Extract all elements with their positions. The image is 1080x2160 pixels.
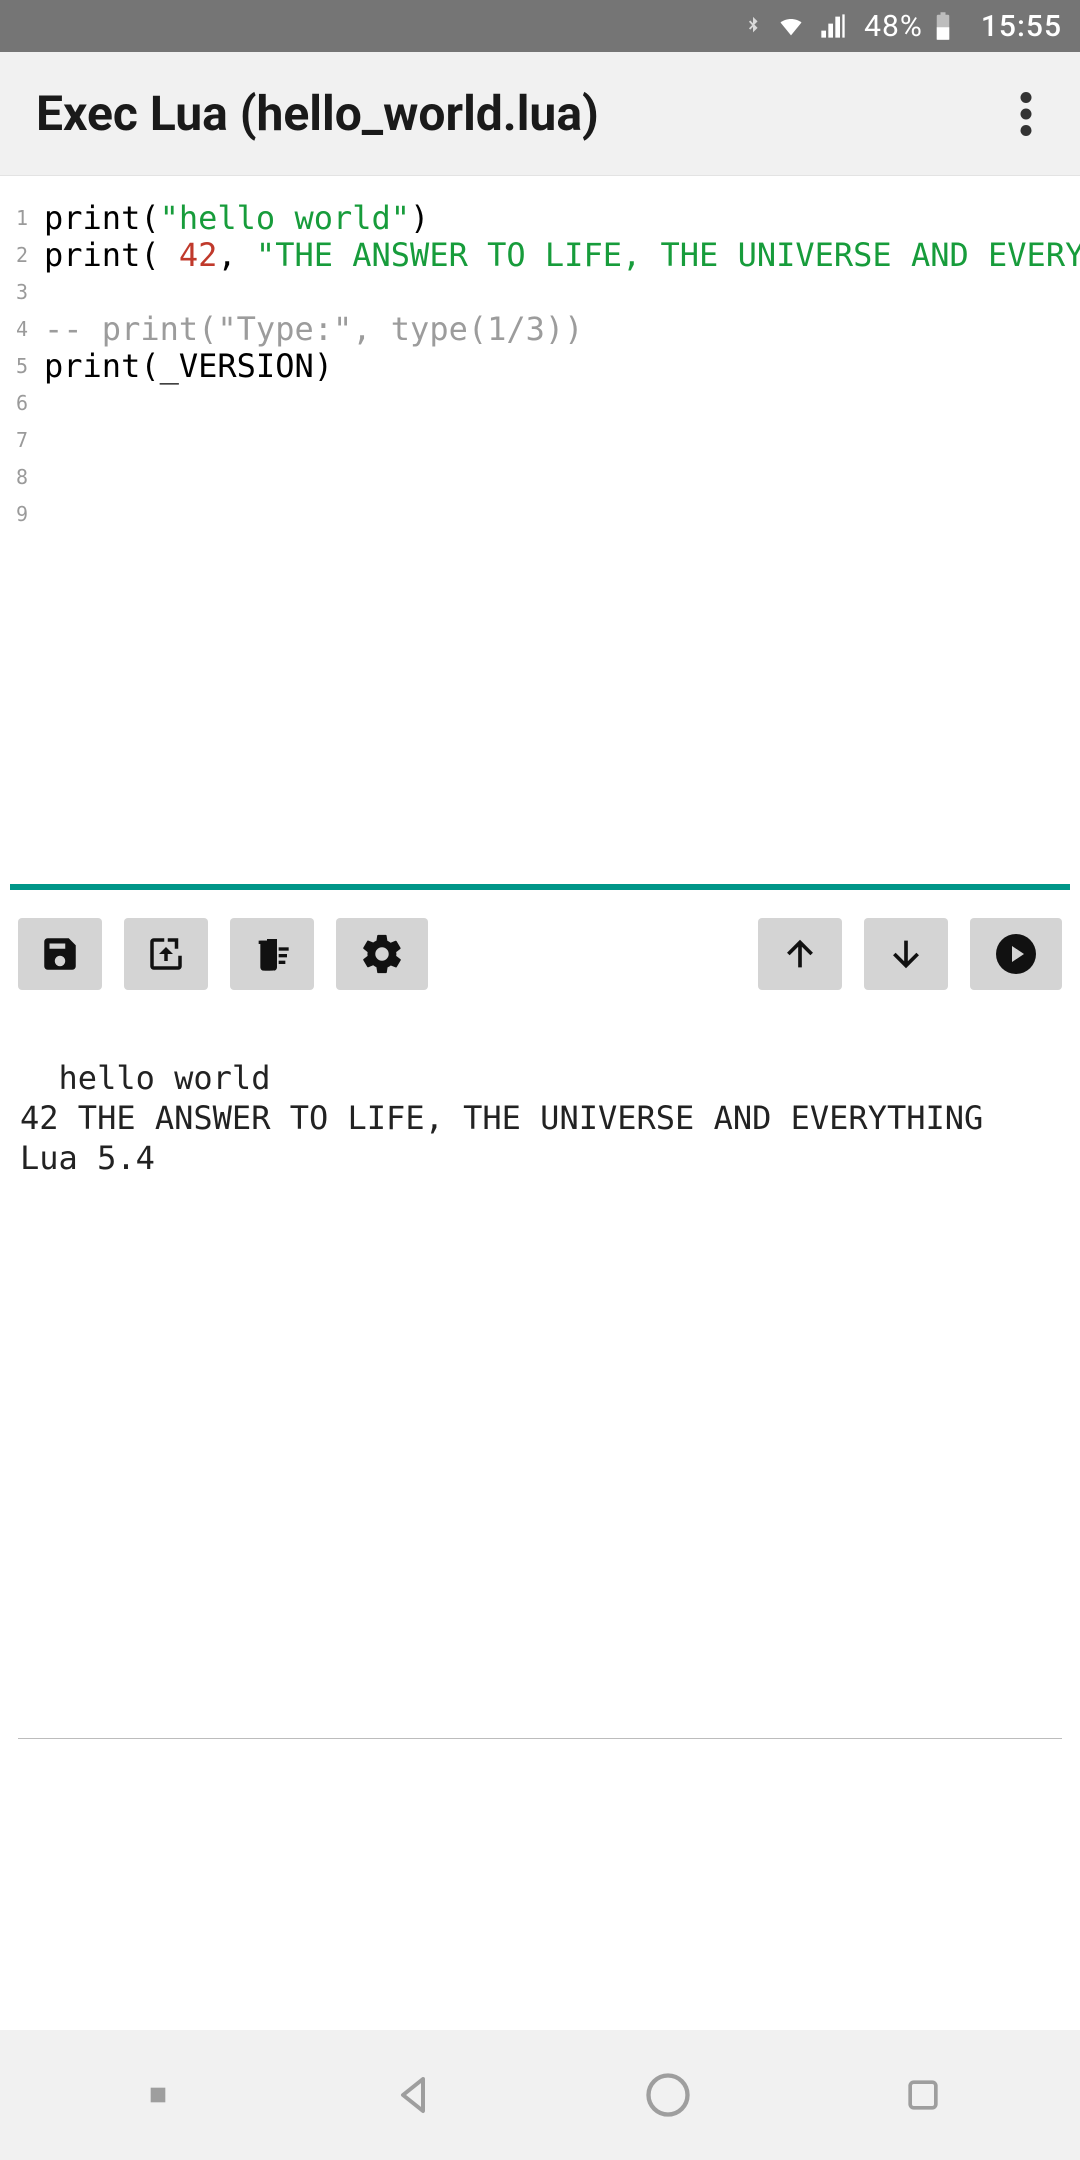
page-title: Exec Lua (hello_world.lua): [36, 85, 599, 142]
token-punc: (: [140, 347, 159, 385]
line-number: 1: [0, 200, 44, 237]
overview-square-icon: [901, 2073, 945, 2117]
line-number: 2: [0, 237, 44, 274]
token-num: 42: [179, 236, 218, 274]
token-fn: print: [44, 236, 140, 274]
scroll-down-button[interactable]: [864, 918, 948, 990]
token-fn: print: [44, 347, 140, 385]
signal-icon: [818, 12, 848, 40]
line-number: 3: [0, 274, 44, 311]
arrow-up-icon: [780, 934, 820, 974]
output-text: hello world 42 THE ANSWER TO LIFE, THE U…: [20, 1059, 983, 1177]
token-punc: (: [140, 199, 159, 237]
code-line[interactable]: [44, 274, 1080, 311]
wifi-icon: [774, 12, 808, 40]
token-str: "hello world": [160, 199, 410, 237]
open-button[interactable]: [124, 918, 208, 990]
token-str: "THE ANSWER TO LIFE, THE UNIVERSE AND EV…: [256, 236, 1080, 274]
open-icon: [145, 933, 187, 975]
token-punc: ,: [217, 236, 256, 274]
arrow-down-icon: [886, 934, 926, 974]
nav-home[interactable]: [633, 2060, 703, 2130]
run-button[interactable]: [970, 918, 1062, 990]
app-bar: Exec Lua (hello_world.lua): [0, 52, 1080, 176]
clear-button[interactable]: [230, 918, 314, 990]
token-global: _VERSION: [160, 347, 314, 385]
token-punc: ): [410, 199, 429, 237]
play-circle-icon: [992, 930, 1040, 978]
nav-back[interactable]: [378, 2060, 448, 2130]
code-line[interactable]: print(_VERSION): [44, 348, 1080, 385]
recent-small-icon: [147, 2084, 169, 2106]
status-bar: 48% 15:55: [0, 0, 1080, 52]
toolbar: [0, 890, 1080, 1018]
code-line[interactable]: [44, 496, 1080, 533]
line-number: 6: [0, 385, 44, 422]
line-number-gutter: 123456789: [0, 196, 44, 884]
code-line[interactable]: [44, 422, 1080, 459]
settings-button[interactable]: [336, 918, 428, 990]
token-punc: ): [314, 347, 333, 385]
output-bottom-divider: [18, 1738, 1062, 1739]
nav-recent-small[interactable]: [123, 2060, 193, 2130]
token-comment: -- print("Type:", type(1/3)): [44, 310, 583, 348]
bluetooth-icon: [742, 11, 764, 41]
android-nav-bar: [0, 2030, 1080, 2160]
battery-icon: [933, 11, 953, 41]
line-number: 9: [0, 496, 44, 533]
code-line[interactable]: -- print("Type:", type(1/3)): [44, 311, 1080, 348]
token-punc: (: [140, 236, 179, 274]
code-line[interactable]: print( 42, "THE ANSWER TO LIFE, THE UNIV…: [44, 237, 1080, 274]
line-number: 7: [0, 422, 44, 459]
code-line[interactable]: print("hello world"): [44, 200, 1080, 237]
back-triangle-icon: [389, 2071, 437, 2119]
gear-icon: [359, 931, 405, 977]
home-circle-icon: [642, 2069, 694, 2121]
more-vert-icon: [1020, 92, 1032, 136]
save-button[interactable]: [18, 918, 102, 990]
battery-percent: 48%: [864, 9, 923, 44]
clear-all-icon: [250, 934, 294, 974]
code-editor[interactable]: 123456789 print("hello world")print( 42,…: [0, 176, 1080, 884]
save-icon: [39, 933, 81, 975]
line-number: 8: [0, 459, 44, 496]
line-number: 4: [0, 311, 44, 348]
code-area[interactable]: print("hello world")print( 42, "THE ANSW…: [44, 196, 1080, 884]
output-console[interactable]: hello world 42 THE ANSWER TO LIFE, THE U…: [0, 1018, 1080, 1738]
nav-overview[interactable]: [888, 2060, 958, 2130]
code-line[interactable]: [44, 459, 1080, 496]
status-time: 15:55: [981, 9, 1062, 44]
more-button[interactable]: [1002, 90, 1050, 138]
code-line[interactable]: [44, 385, 1080, 422]
line-number: 5: [0, 348, 44, 385]
token-fn: print: [44, 199, 140, 237]
scroll-up-button[interactable]: [758, 918, 842, 990]
